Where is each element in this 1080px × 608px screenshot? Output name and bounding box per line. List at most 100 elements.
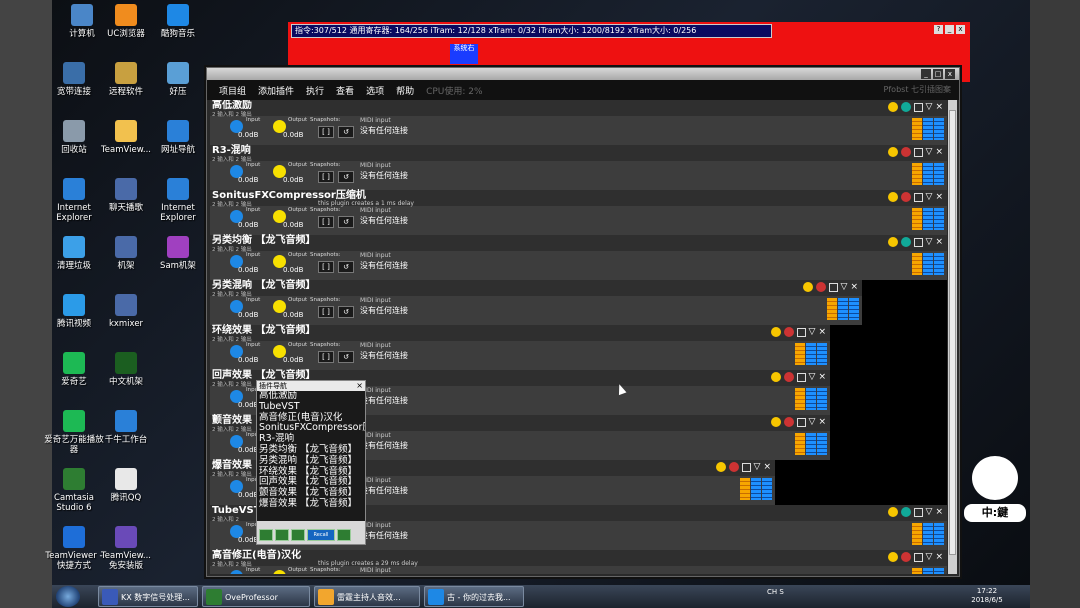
desktop-icon[interactable]: 酷狗音乐 [148,4,208,39]
close-icon[interactable]: x [956,25,965,34]
plugin-row[interactable]: SonitusFXCompressor压缩机 2 输入和 2 输出 this p… [210,190,947,235]
scrollbar-thumb[interactable] [949,110,956,555]
close-icon[interactable]: × [356,381,363,391]
start-button[interactable] [56,586,80,607]
menu-item-add-plugin[interactable]: 添加插件 [258,84,294,97]
minimize-icon[interactable]: _ [945,25,954,34]
clock[interactable]: 17:22 2018/6/5 [957,587,1017,605]
plugin-header[interactable]: 环绕效果 【龙飞音频】 2 输入和 2 输出 ▽ × [210,325,830,343]
chevron-down-icon[interactable]: ▽ [926,552,933,562]
chevron-down-icon[interactable]: ▽ [809,372,816,382]
close-icon[interactable]: × [935,102,943,112]
plugin-header[interactable]: 另类均衡 【龙飞音频】 2 输入和 2 输出 ▽ × [210,235,947,253]
input-method-mascot[interactable]: 中:鍵 [964,456,1026,526]
bypass-icon[interactable] [900,552,911,562]
plugin-editor-icon[interactable] [912,568,944,574]
power-icon[interactable] [770,327,781,337]
desktop-icon[interactable]: UC浏览器 [96,4,156,39]
plugin-header[interactable]: 另类混响 【龙飞音频】 2 输入和 2 输出 ▽ × [210,280,862,298]
window-icon[interactable] [796,327,806,337]
close-icon[interactable]: × [818,372,826,382]
power-icon[interactable] [715,462,726,472]
window-icon[interactable] [913,102,923,112]
close-icon[interactable]: x [945,69,955,79]
power-icon[interactable] [887,507,898,517]
snapshot-recall-button[interactable]: ↺ [338,261,354,273]
snapshot-recall-button[interactable]: ↺ [338,306,354,318]
snapshot-store-button[interactable]: [ ] [318,171,334,183]
snapshot-store-button[interactable]: [ ] [318,351,334,363]
snapshot-recall-button[interactable]: ↺ [338,216,354,228]
bypass-icon[interactable] [783,327,794,337]
plugin-list-item[interactable]: TubeVST [257,401,365,413]
close-icon[interactable]: × [763,462,771,472]
bypass-icon[interactable] [900,102,911,112]
power-icon[interactable] [887,192,898,202]
bypass-icon[interactable] [900,507,911,517]
desktop-icon[interactable]: 网址导航 [148,120,208,155]
plugin-list-item[interactable]: 爆音效果 【龙飞音频】 [257,498,365,510]
window-icon[interactable] [913,552,923,562]
snapshot-store-button[interactable]: [ ] [318,216,334,228]
menu-item-help[interactable]: 帮助 [396,84,414,97]
desktop-icon[interactable]: TeamView... 免安装版 [96,526,156,571]
power-icon[interactable] [887,102,898,112]
recall-button[interactable]: Recall [307,529,335,541]
desktop-icon[interactable]: kxmixer [96,294,156,329]
window-icon[interactable] [828,282,838,292]
desktop-icon[interactable]: 好压 [148,62,208,97]
window-icon[interactable] [913,147,923,157]
plugin-row[interactable]: 高音修正(电音)汉化 2 输入和 2 输出 this plugin create… [210,550,947,574]
plugin-editor-icon[interactable] [795,433,827,455]
desktop-icon[interactable]: Internet Explorer [148,178,208,223]
close-icon[interactable]: × [935,552,943,562]
plugin-header[interactable]: 高音修正(电音)汉化 2 输入和 2 输出 this plugin create… [210,550,947,568]
close-icon[interactable]: × [935,192,943,202]
chevron-down-icon[interactable]: ▽ [841,282,848,292]
up-button[interactable] [259,529,273,541]
snapshot-store-button[interactable]: [ ] [318,126,334,138]
snapshot-recall-button[interactable]: ↺ [338,351,354,363]
desktop-icon[interactable]: 回收站 [44,120,104,155]
plugin-editor-icon[interactable] [912,523,944,545]
plugin-editor-icon[interactable] [912,163,944,185]
close-icon[interactable]: × [818,327,826,337]
help-icon[interactable]: ? [934,25,943,34]
bypass-icon[interactable] [728,462,739,472]
desktop-icon[interactable]: 机架 [96,236,156,271]
desktop-icon[interactable]: 清理垃圾 [44,236,104,271]
plugin-editor-icon[interactable] [740,478,772,500]
chevron-down-icon[interactable]: ▽ [809,417,816,427]
window-icon[interactable] [913,507,923,517]
desktop-icon[interactable]: 千牛工作台 [96,410,156,445]
plugin-row[interactable]: 另类均衡 【龙飞音频】 2 输入和 2 输出 ▽ × Input 0.0dB O… [210,235,947,280]
snapshot-recall-button[interactable]: ↺ [338,126,354,138]
desktop-icon[interactable]: TeamView... [96,120,156,155]
plugin-header[interactable]: SonitusFXCompressor压缩机 2 输入和 2 输出 this p… [210,190,947,208]
plugin-navigator-popup[interactable]: 插件导航 × 高低激励 TubeVST 高音修正(电音)汉化 SonitusFXComp… [256,380,366,545]
desktop-icon[interactable]: TeamViewer - 快捷方式 [44,526,104,571]
rack-titlebar[interactable]: _ □ x [207,68,959,80]
power-icon[interactable] [887,147,898,157]
rack-scrollbar[interactable] [948,100,957,574]
taskbar-button[interactable]: OveProfessor [202,586,310,607]
desktop-icon[interactable]: 腾讯视频 [44,294,104,329]
close-icon[interactable]: × [935,147,943,157]
desktop-icon[interactable]: Camtasia Studio 6 [44,468,104,513]
plugin-row[interactable]: R3-混响 2 输入和 2 输出 ▽ × Input 0.0dB Output … [210,145,947,190]
plugin-header[interactable]: R3-混响 2 输入和 2 输出 ▽ × [210,145,947,163]
power-icon[interactable] [770,417,781,427]
plugin-editor-icon[interactable] [827,298,859,320]
desktop-icon[interactable]: 爱奇艺万能播放器 [44,410,104,455]
output-knob[interactable] [273,570,286,574]
window-icon[interactable] [796,417,806,427]
taskbar-button[interactable]: 雷霆主持人音效... [314,586,420,607]
close-icon[interactable]: × [935,507,943,517]
close-icon[interactable]: × [818,417,826,427]
chevron-down-icon[interactable]: ▽ [926,237,933,247]
ime-status-sign[interactable]: 中:鍵 [964,504,1026,522]
menu-item-view[interactable]: 查看 [336,84,354,97]
menu-item-options[interactable]: 选项 [366,84,384,97]
window-icon[interactable] [913,237,923,247]
plugin-list-item[interactable]: 另类混响 【龙飞音频】 [257,455,365,467]
